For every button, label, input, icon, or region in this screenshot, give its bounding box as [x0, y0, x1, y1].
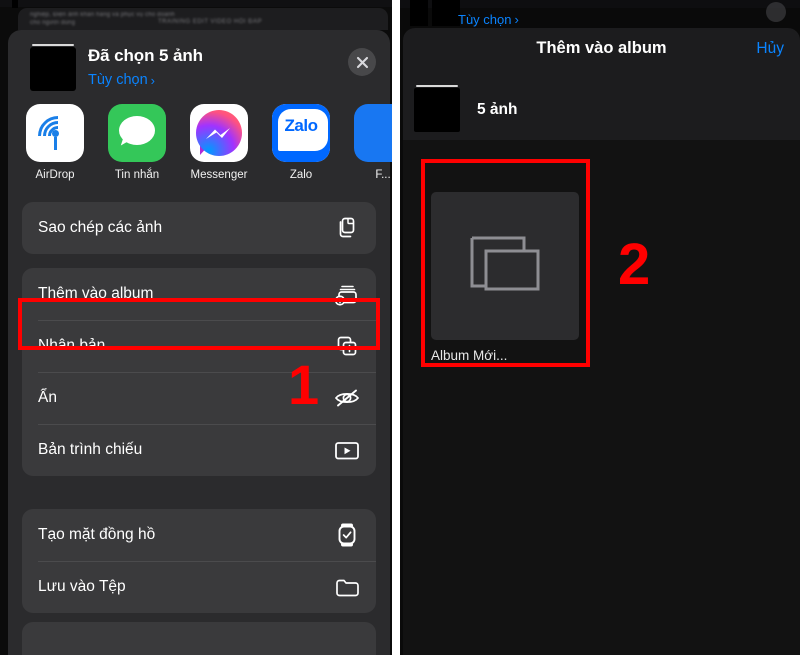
messenger-bolt-icon: [206, 128, 230, 139]
share-app-messages[interactable]: Tin nhắn: [106, 104, 168, 194]
share-app-facebook[interactable]: F...: [352, 104, 392, 194]
action-row-hide[interactable]: Ẩn: [22, 372, 376, 424]
share-app-label: AirDrop: [35, 169, 75, 181]
new-album-icon: [470, 236, 540, 291]
action-row-duplicate[interactable]: Nhân bản: [22, 320, 376, 372]
action-row-label: Sao chép các ảnh: [38, 219, 163, 236]
share-app-zalo[interactable]: Zalo Zalo: [270, 104, 332, 194]
left-phone-screen: nghiệp, Điện ảnh khán hàng và phục vụ ch…: [0, 0, 392, 655]
status-bar: [400, 0, 800, 8]
album-grid: Album Mới...: [403, 140, 800, 655]
cancel-button[interactable]: Hủy: [756, 40, 784, 58]
zalo-wordmark: Zalo: [284, 116, 318, 135]
screenshot-root: nghiệp, Điện ảnh khán hàng và phục vụ ch…: [0, 0, 800, 655]
zalo-icon: Zalo: [272, 104, 330, 162]
share-sheet-title: Đã chọn 5 ảnh: [88, 46, 203, 65]
notch: [410, 0, 428, 26]
duplicate-icon: [332, 331, 362, 361]
action-row-partial[interactable]: [22, 622, 376, 655]
action-row-create-watch-face[interactable]: Tạo mặt đồng hồ: [22, 509, 376, 561]
share-app-label: Tin nhắn: [114, 169, 160, 181]
close-button[interactable]: [348, 48, 376, 76]
photo-stack-thumbnail: [30, 44, 76, 91]
background-options-label: Tùy chọn: [458, 12, 512, 27]
action-row-label: Lưu vào Tệp: [38, 578, 126, 595]
share-apps-row: AirDrop Tin nhắn Messenger Zalo Zalo F..…: [8, 104, 392, 194]
action-row-save-to-files[interactable]: Lưu vào Tệp: [22, 561, 376, 613]
album-tile-new-album[interactable]: [431, 192, 579, 340]
status-bar: [0, 0, 392, 7]
album-tile-label: Album Mới...: [431, 348, 508, 363]
action-group-2: Thêm vào album Nhân bản Ẩn Bản trình chi…: [22, 268, 376, 476]
annotation-number-2: 2: [618, 232, 651, 297]
add-to-album-icon: [332, 279, 362, 309]
add-to-album-title: Thêm vào album: [536, 39, 667, 57]
share-sheet-header: Đã chọn 5 ảnh Tùy chọn ›: [8, 30, 390, 100]
action-row-label: Bản trình chiếu: [38, 441, 143, 458]
messenger-icon: [190, 104, 248, 162]
hide-eye-slash-icon: [332, 383, 362, 413]
share-app-label: Messenger: [190, 169, 248, 181]
action-row-label: Thêm vào album: [38, 285, 154, 302]
share-app-label: F...: [375, 169, 391, 181]
action-group-1: Sao chép các ảnh: [22, 202, 376, 254]
action-row-add-to-album[interactable]: Thêm vào album: [22, 268, 376, 320]
selected-photos-row: 5 ảnh: [403, 78, 800, 138]
slideshow-play-icon: [332, 435, 362, 465]
panel-divider: [392, 0, 400, 655]
share-app-messenger[interactable]: Messenger: [188, 104, 250, 194]
action-row-slideshow[interactable]: Bản trình chiếu: [22, 424, 376, 476]
notch-secondary: [432, 0, 460, 26]
share-sheet: Đã chọn 5 ảnh Tùy chọn › AirDrop Tin nhắ…: [8, 30, 392, 655]
selected-photo-count: 5 ảnh: [477, 101, 518, 118]
background-blurred-text-3: TRAINING EDIT VIDEO HỎI ĐÁP: [158, 19, 263, 25]
airdrop-icon: [26, 104, 84, 162]
share-options-link[interactable]: Tùy chọn ›: [88, 72, 155, 88]
right-phone-screen: Tùy chọn › Thêm vào album Hủy 5 ảnh Albu…: [400, 0, 800, 655]
facebook-icon: [354, 104, 392, 162]
photo-stack-thumbnail: [414, 85, 460, 132]
action-row-copy-photos[interactable]: Sao chép các ảnh: [22, 202, 376, 254]
partial-row-icon: [332, 633, 362, 655]
share-options-label: Tùy chọn: [88, 72, 148, 88]
background-blurred-text-2: cho người dùng: [30, 20, 76, 26]
watch-face-icon: [332, 520, 362, 550]
notch: [12, 0, 18, 8]
background-options-link[interactable]: Tùy chọn ›: [458, 12, 519, 27]
action-group-4-partial: [22, 622, 376, 655]
action-row-label: Tạo mặt đồng hồ: [38, 526, 156, 543]
folder-icon: [332, 572, 362, 602]
copy-photos-icon: [332, 213, 362, 243]
add-to-album-header: Thêm vào album Hủy: [403, 28, 800, 68]
background-close-button[interactable]: [766, 2, 786, 22]
chevron-right-icon: ›: [150, 72, 155, 88]
background-blurred-text-1: nghiệp, Điện ảnh khán hàng và phục vụ ch…: [30, 12, 175, 18]
close-icon: [356, 56, 368, 68]
annotation-number-1: 1: [288, 353, 320, 416]
add-to-album-sheet: Thêm vào album Hủy 5 ảnh Album Mới...: [403, 28, 800, 655]
chevron-right-icon: ›: [514, 12, 519, 27]
messages-icon: [108, 104, 166, 162]
share-app-label: Zalo: [289, 169, 313, 181]
share-app-airdrop[interactable]: AirDrop: [24, 104, 86, 194]
action-group-3: Tạo mặt đồng hồ Lưu vào Tệp: [22, 509, 376, 613]
